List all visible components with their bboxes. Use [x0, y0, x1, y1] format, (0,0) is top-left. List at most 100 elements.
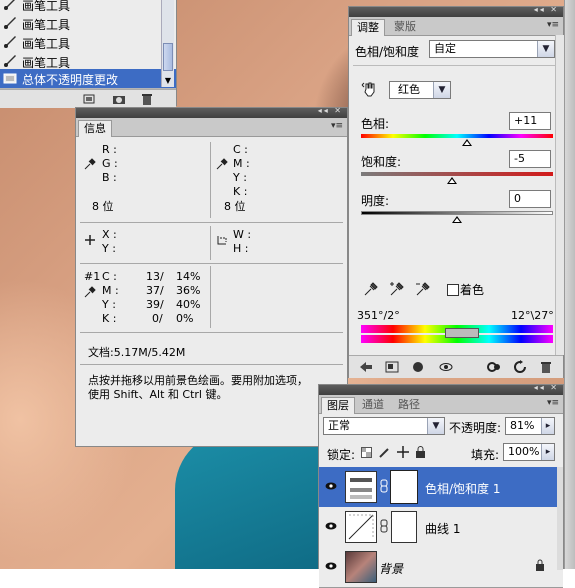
panel-menu-icon[interactable]: ▾≡ — [547, 398, 559, 408]
panel-menu-icon[interactable]: ▾≡ — [547, 20, 559, 30]
fill-input[interactable]: 100% ▸ — [503, 443, 555, 461]
expanded-view-icon[interactable] — [385, 360, 399, 374]
scroll-thumb[interactable] — [163, 43, 173, 71]
color-sampler-icon[interactable] — [84, 286, 96, 298]
saturation-value: -5 — [514, 152, 525, 165]
chevron-right-icon[interactable]: ▸ — [541, 418, 554, 434]
eyedropper-plus-icon[interactable] — [389, 281, 405, 297]
hue-slider-track[interactable] — [361, 134, 553, 138]
clip-layer-icon[interactable] — [411, 360, 425, 374]
history-item[interactable]: 画笔工具 — [0, 0, 176, 15]
range-left-value: 351°/2° — [357, 309, 400, 322]
history-scrollbar[interactable]: ▼ — [161, 0, 174, 87]
layers-titlebar[interactable]: ◂◂ ✕ — [319, 383, 563, 395]
selection-size-icon — [217, 236, 227, 245]
trash-icon[interactable] — [539, 360, 553, 374]
eyedropper-minus-icon[interactable] — [415, 281, 431, 297]
info-titlebar[interactable]: ◂◂ ✕ — [76, 106, 347, 118]
tab-adjustments[interactable]: 调整 — [351, 19, 385, 36]
saturation-slider-thumb[interactable] — [447, 177, 457, 184]
sample-id: #1 — [84, 270, 101, 283]
layer-row[interactable]: 曲线 1 — [319, 507, 563, 548]
history-item[interactable]: 画笔工具 — [0, 14, 176, 34]
chain-link-icon[interactable] — [380, 519, 388, 533]
brush-icon — [4, 0, 15, 10]
b-label: B : — [102, 171, 117, 184]
lightness-input[interactable]: 0 — [509, 190, 551, 208]
visibility-eye-icon[interactable] — [325, 521, 337, 531]
history-item-label: 画笔工具 — [22, 0, 71, 13]
layer-mask-thumbnail[interactable] — [391, 511, 417, 543]
visibility-eye-icon[interactable] — [325, 561, 337, 571]
blend-mode-dropdown[interactable]: 正常 ▼ — [323, 417, 445, 435]
eyedropper-icon[interactable] — [216, 158, 228, 170]
saturation-slider-track[interactable] — [361, 172, 553, 176]
tab-masks[interactable]: 蒙版 — [389, 19, 421, 35]
history-item-selected[interactable]: 总体不透明度更改 — [0, 69, 176, 89]
y-coord-label: Y : — [102, 242, 116, 255]
lightness-slider-track[interactable] — [361, 211, 553, 215]
colorize-checkbox[interactable] — [447, 284, 459, 296]
sample-k-percent: 0% — [176, 312, 194, 325]
opacity-input[interactable]: 81% ▸ — [505, 417, 555, 435]
sample-m-value: 37/ — [146, 284, 164, 297]
w-label: W : — [233, 228, 252, 241]
channel-dropdown[interactable]: 红色 ▼ — [389, 81, 451, 99]
visibility-eye-icon[interactable] — [439, 360, 453, 374]
history-item[interactable]: 画笔工具 — [0, 33, 176, 53]
camera-snapshot-icon[interactable] — [112, 92, 126, 106]
history-toolbar — [0, 89, 176, 108]
layer-mask-thumbnail[interactable] — [390, 470, 418, 504]
info-tabstrip: 信息 ▾≡ — [76, 118, 347, 137]
tab-channels[interactable]: 通道 — [357, 397, 389, 413]
lightness-value: 0 — [514, 192, 521, 205]
collapse-icon[interactable]: ◂◂ ✕ — [318, 106, 343, 115]
lightness-slider-thumb[interactable] — [452, 216, 462, 223]
reset-icon[interactable] — [513, 360, 527, 374]
chain-link-icon[interactable] — [380, 479, 388, 493]
eyedropper-icon[interactable] — [363, 281, 379, 297]
hue-input[interactable]: +11 — [509, 112, 551, 130]
new-document-from-state-icon[interactable] — [82, 92, 96, 106]
visibility-eye-icon[interactable] — [325, 481, 337, 491]
range-selector[interactable] — [445, 328, 479, 338]
collapse-icon[interactable]: ◂◂ ✕ — [534, 383, 559, 392]
hue-slider-thumb[interactable] — [462, 139, 472, 146]
g-label: G : — [102, 157, 118, 170]
scroll-down-arrow-icon[interactable]: ▼ — [162, 75, 174, 87]
lock-pixels-brush-icon[interactable] — [379, 447, 390, 458]
adjust-tabstrip: 调整 蒙版 ▾≡ — [349, 17, 563, 36]
tab-paths[interactable]: 路径 — [393, 397, 425, 413]
saturation-input[interactable]: -5 — [509, 150, 551, 168]
brush-icon — [4, 36, 16, 48]
collapse-icon[interactable]: ◂◂ ✕ — [534, 5, 559, 14]
sample-c-percent: 14% — [176, 270, 201, 283]
layers-scrollbar[interactable] — [557, 467, 563, 570]
lock-position-move-icon[interactable] — [397, 446, 409, 458]
lock-all-icon[interactable] — [415, 446, 426, 458]
panel-menu-icon[interactable]: ▾≡ — [331, 121, 343, 131]
lock-transparency-icon[interactable] — [361, 447, 372, 458]
hue-value: +11 — [514, 114, 538, 127]
on-image-adjust-hand-icon[interactable] — [361, 80, 379, 98]
tab-info[interactable]: 信息 — [78, 120, 112, 137]
adjust-scrollbar[interactable] — [555, 35, 564, 355]
sample-c-value: 13/ — [146, 270, 164, 283]
colorize-label: 着色 — [460, 283, 485, 297]
layer-row[interactable]: 背景 — [319, 547, 563, 588]
brush-icon — [4, 55, 16, 67]
adjust-titlebar[interactable]: ◂◂ ✕ — [349, 5, 563, 17]
view-previous-state-icon[interactable] — [487, 360, 501, 374]
chevron-right-icon[interactable]: ▸ — [541, 444, 554, 460]
tab-layers[interactable]: 图层 — [321, 397, 355, 414]
back-arrow-icon[interactable] — [359, 360, 373, 374]
right-edge-scrollbar[interactable] — [564, 0, 575, 569]
c-label: C : — [233, 143, 248, 156]
cmyk-bits: 8 位 — [224, 200, 246, 213]
preset-dropdown[interactable]: 自定 ▼ — [429, 40, 555, 58]
brush-icon — [4, 17, 16, 29]
layer-row-selected[interactable]: 色相/饱和度 1 — [319, 467, 563, 508]
trash-icon[interactable] — [140, 92, 154, 106]
preset-value: 自定 — [434, 42, 456, 55]
eyedropper-icon[interactable] — [84, 158, 96, 170]
